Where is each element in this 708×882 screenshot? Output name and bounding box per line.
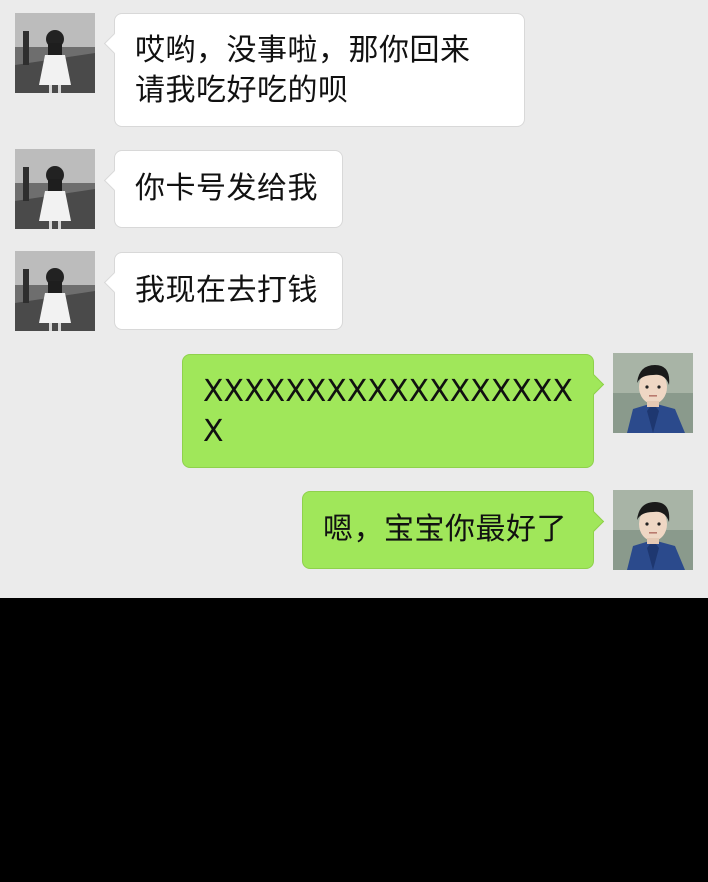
- contact-avatar-icon: [15, 13, 95, 93]
- message-text: 我现在去打钱: [135, 271, 322, 311]
- message-bubble-outgoing[interactable]: 嗯，宝宝你最好了: [302, 491, 605, 569]
- contact-avatar-icon: [15, 149, 95, 229]
- message-text: XXXXXXXXXXXXXXXXXX X: [203, 372, 573, 452]
- my-avatar-icon: [613, 490, 693, 570]
- my-avatar-icon: [613, 353, 693, 433]
- message-line: XXXXXXXXXXXXXXXXXX: [203, 374, 573, 409]
- message-line: 嗯，宝宝你最好了: [323, 512, 567, 547]
- chat-area: 哎哟，没事啦，那你回来 请我吃好吃的呗 你卡号发给我 我现在去打钱 XXXXXX…: [0, 0, 708, 598]
- bubble-tail: [582, 373, 605, 396]
- my-avatar[interactable]: [613, 353, 693, 433]
- bubble-tail: [103, 169, 126, 192]
- bubble-tail: [582, 510, 605, 533]
- message-line: 请我吃好吃的呗: [135, 73, 349, 108]
- below-chat-area: [0, 598, 708, 882]
- message-bubble-incoming[interactable]: 你卡号发给我: [103, 150, 343, 228]
- message-line: 你卡号发给我: [135, 171, 318, 206]
- contact-avatar-icon: [15, 251, 95, 331]
- message-bubble-outgoing[interactable]: XXXXXXXXXXXXXXXXXX X: [182, 354, 605, 468]
- message-line: 我现在去打钱: [135, 273, 318, 308]
- contact-avatar[interactable]: [15, 251, 95, 331]
- my-avatar[interactable]: [613, 490, 693, 570]
- message-bubble-incoming[interactable]: 哎哟，没事啦，那你回来 请我吃好吃的呗: [103, 13, 525, 127]
- message-line: 哎哟，没事啦，那你回来: [135, 33, 471, 68]
- message-text: 哎哟，没事啦，那你回来 请我吃好吃的呗: [135, 31, 504, 111]
- message-text: 嗯，宝宝你最好了: [323, 510, 573, 550]
- contact-avatar[interactable]: [15, 13, 95, 93]
- message-text: 你卡号发给我: [135, 169, 322, 209]
- bubble-tail: [103, 32, 126, 55]
- message-line: X: [203, 414, 224, 449]
- bubble-tail: [103, 271, 126, 294]
- contact-avatar[interactable]: [15, 149, 95, 229]
- message-bubble-incoming[interactable]: 我现在去打钱: [103, 252, 343, 330]
